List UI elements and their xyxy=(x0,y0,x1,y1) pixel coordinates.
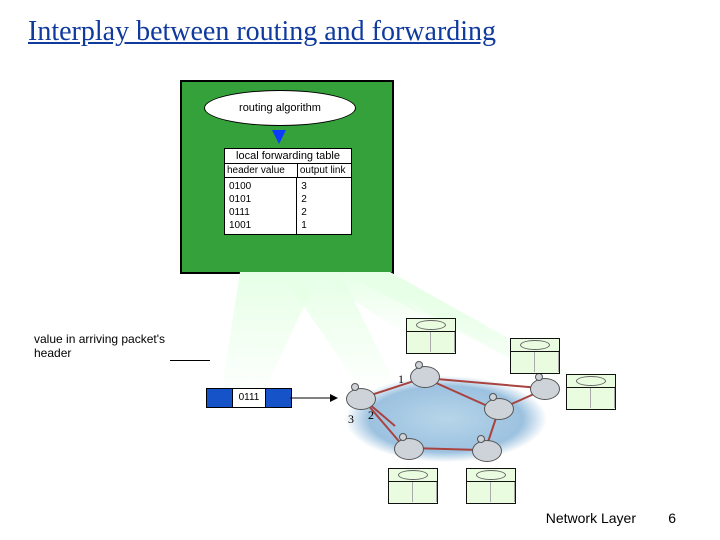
table-row: 0111 xyxy=(229,206,292,219)
routing-algorithm-oval: routing algorithm xyxy=(204,90,356,126)
arriving-label-pointer xyxy=(170,360,210,361)
mini-forwarding-table xyxy=(510,338,560,374)
port-label-1: 1 xyxy=(398,372,404,387)
table-row: 2 xyxy=(301,193,347,206)
arrow-down-icon xyxy=(272,130,286,144)
table-row: 1001 xyxy=(229,219,292,232)
router-node xyxy=(410,366,440,388)
mini-forwarding-table xyxy=(566,374,616,410)
router-box: routing algorithm local forwarding table… xyxy=(180,80,394,274)
packet-header-field: 0111 xyxy=(232,388,266,408)
forwarding-table: local forwarding table header value outp… xyxy=(224,148,352,235)
footer-page-number: 6 xyxy=(668,510,676,526)
router-node xyxy=(530,378,560,400)
router-node xyxy=(472,440,502,462)
mini-forwarding-table xyxy=(406,318,456,354)
slide-title: Interplay between routing and forwarding xyxy=(28,16,496,48)
port-label-2: 2 xyxy=(368,408,374,423)
table-row: 0100 xyxy=(229,180,292,193)
mini-forwarding-table xyxy=(388,468,438,504)
forwarding-table-title: local forwarding table xyxy=(225,149,351,164)
router-node xyxy=(346,388,376,410)
table-row: 1 xyxy=(301,219,347,232)
router-node xyxy=(394,438,424,460)
mini-forwarding-table xyxy=(466,468,516,504)
router-node xyxy=(484,398,514,420)
forwarding-table-col-header-values: 0100 0101 0111 1001 xyxy=(225,178,297,234)
forwarding-table-header: header value output link xyxy=(225,164,351,178)
footer-text: Network Layer xyxy=(546,510,636,526)
arriving-packet-label: value in arriving packet's header xyxy=(34,332,174,360)
table-row: 2 xyxy=(301,206,347,219)
forwarding-table-header-left: header value xyxy=(225,164,298,177)
forwarding-table-col-output-links: 3 2 2 1 xyxy=(297,178,351,234)
table-row: 0101 xyxy=(229,193,292,206)
forwarding-table-header-right: output link xyxy=(298,164,351,177)
table-row: 3 xyxy=(301,180,347,193)
port-label-3: 3 xyxy=(348,412,354,427)
